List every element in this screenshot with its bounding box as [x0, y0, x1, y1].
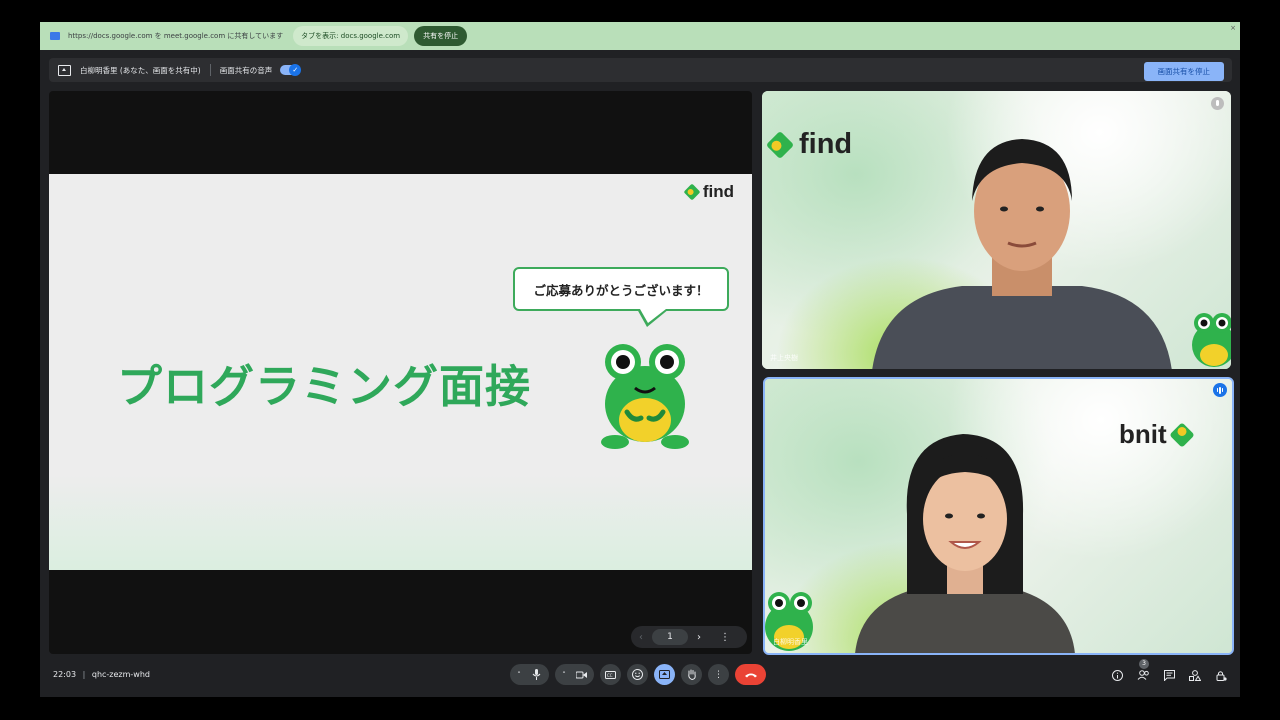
bnit-logo-text: bnit — [1119, 419, 1167, 449]
close-icon[interactable]: × — [1230, 24, 1236, 32]
host-controls-button[interactable] — [1214, 668, 1228, 682]
camera-control-group: ˄ — [555, 664, 594, 685]
meet-window: https://docs.google.com を meet.google.co… — [40, 22, 1240, 697]
tab-sharing-bar: https://docs.google.com を meet.google.co… — [40, 22, 1240, 50]
check-icon: ✓ — [289, 64, 302, 76]
raise-hand-button[interactable] — [681, 664, 702, 685]
emoji-icon — [632, 669, 643, 680]
speech-bubble-text: ご応募ありがとうございます！ — [533, 282, 709, 298]
meeting-info-separator: | — [82, 670, 86, 679]
activities-icon — [1189, 669, 1201, 681]
present-icon — [659, 670, 670, 679]
pager-more-icon[interactable]: ⋮ — [720, 632, 730, 643]
find-logo-text: find — [702, 182, 734, 201]
people-icon — [1137, 670, 1149, 680]
participant-name: 白柳明香里 — [773, 638, 808, 646]
captions-button[interactable]: CC — [600, 664, 621, 685]
muted-mic-icon — [1211, 97, 1224, 110]
share-audio-label: 画面共有の音声 — [219, 65, 273, 75]
participant-name: 井上央樹 — [770, 354, 798, 362]
find-logo-text: find — [799, 128, 853, 160]
frog-mascot-icon — [1192, 313, 1231, 367]
bnit-logo: bnit — [1119, 419, 1195, 450]
find-logo-mark-icon — [683, 183, 701, 201]
meeting-code: qhc-zezm-whd — [91, 670, 150, 679]
sharing-status-text: https://docs.google.com を meet.google.co… — [68, 32, 284, 40]
participant-tile-active-speaker[interactable]: bnit 白柳明香里 — [763, 377, 1234, 655]
reactions-button[interactable] — [627, 664, 648, 685]
slide: find ご応募ありがとうございます！ プログラミング面接 — [49, 174, 752, 570]
speech-bubble-tail-inner — [640, 309, 666, 323]
slide-pager: ‹ 1 › ⋮ — [631, 626, 747, 648]
page-number[interactable]: 1 — [652, 629, 688, 645]
people-button[interactable]: 3 — [1136, 659, 1150, 682]
camera-button[interactable] — [571, 664, 592, 685]
frog-mascot-icon — [601, 344, 689, 449]
view-tab-button[interactable]: タブを表示: docs.google.com — [293, 26, 409, 46]
camera-icon — [576, 671, 587, 678]
present-screen-icon — [58, 64, 71, 76]
participant-video-icon — [872, 139, 1172, 369]
info-icon — [1111, 669, 1123, 681]
hand-icon — [687, 669, 696, 680]
mic-button[interactable] — [526, 664, 547, 685]
activities-button[interactable] — [1188, 668, 1202, 682]
presenter-label: 白柳明香里 (あなた、画面を共有中) — [80, 65, 201, 75]
next-page-icon[interactable]: › — [697, 632, 701, 643]
people-count-badge: 3 — [1139, 659, 1149, 669]
clock-time: 22:03 — [53, 670, 77, 679]
chat-icon — [1163, 669, 1175, 681]
sharing-tab-icon — [50, 32, 60, 40]
mic-icon — [532, 669, 541, 680]
presentation-view: find ご応募ありがとうございます！ プログラミング面接 ‹ 1 › ⋮ — [49, 91, 752, 654]
more-icon: ⋮ — [714, 669, 723, 680]
mic-options-chevron-icon[interactable]: ˄ — [512, 671, 526, 679]
share-audio-toggle[interactable]: ✓ — [280, 64, 302, 76]
stop-sharing-button[interactable]: 共有を停止 — [414, 26, 468, 46]
present-button[interactable] — [654, 664, 675, 685]
call-controls: ˄ ˄ CC ⋮ — [510, 664, 766, 685]
speaking-indicator-icon — [1213, 383, 1227, 397]
more-options-button[interactable]: ⋮ — [708, 664, 729, 685]
participant-tile[interactable]: find 井上央樹 — [762, 91, 1231, 369]
participant-video-icon — [855, 434, 1075, 653]
prev-page-icon[interactable]: ‹ — [639, 632, 643, 643]
svg-text:CC: CC — [607, 673, 613, 678]
captions-icon: CC — [605, 670, 616, 679]
bnit-logo-mark-icon — [1168, 421, 1195, 448]
slide-title: プログラミング面接 — [117, 360, 532, 413]
lock-person-icon — [1216, 670, 1227, 681]
find-logo: find — [765, 128, 853, 161]
find-logo: find — [683, 182, 734, 202]
call-controls-bar: 22:03 | qhc-zezm-whd ˄ ˄ CC ⋮ 3 — [40, 656, 1240, 697]
speech-bubble: ご応募ありがとうございます！ — [513, 267, 729, 311]
side-panel-controls: 3 — [1110, 659, 1228, 682]
presenting-bar: 白柳明香里 (あなた、画面を共有中) 画面共有の音声 ✓ 画面共有を停止 — [49, 58, 1232, 82]
chat-button[interactable] — [1162, 668, 1176, 682]
end-call-icon — [744, 673, 757, 677]
stop-screen-share-button[interactable]: 画面共有を停止 — [1143, 62, 1224, 81]
leave-call-button[interactable] — [735, 664, 766, 685]
meeting-details-button[interactable] — [1110, 668, 1124, 682]
camera-options-chevron-icon[interactable]: ˄ — [557, 671, 571, 679]
find-logo-mark-icon — [765, 130, 795, 159]
divider — [209, 64, 211, 76]
mic-control-group: ˄ — [510, 664, 549, 685]
meeting-info: 22:03 | qhc-zezm-whd — [53, 670, 150, 679]
